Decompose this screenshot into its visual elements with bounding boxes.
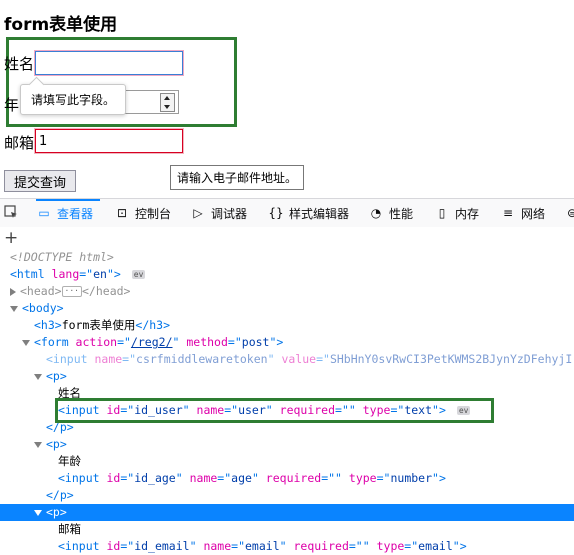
highlight-box-input-user (55, 398, 494, 423)
inspector-icon: ▭ (38, 206, 50, 220)
name-label: 姓名 (4, 55, 35, 73)
performance-icon: ◔ (370, 206, 382, 220)
tab-network[interactable]: ≡ 网络 (500, 199, 545, 227)
collapse-icon[interactable] (34, 441, 42, 448)
submit-button[interactable]: 提交查询 (4, 170, 76, 192)
page-preview: form表单使用 姓名 年 请填写此字段。 邮箱 请输入电子邮件地址。 提交查询 (0, 0, 574, 198)
node-input-email[interactable]: <input id="id_email" name="email" requir… (0, 538, 574, 555)
email-tooltip: 请输入电子邮件地址。 (170, 165, 305, 190)
add-node-icon[interactable]: + (4, 227, 18, 249)
memory-icon: ▯ (438, 206, 446, 220)
collapse-icon[interactable] (34, 373, 42, 380)
number-stepper[interactable] (160, 93, 175, 112)
collapse-icon[interactable] (34, 509, 42, 516)
collapse-icon[interactable] (22, 339, 30, 346)
node-head[interactable]: <head> ··· </head> (0, 283, 574, 300)
node-p-selected[interactable]: <p> (0, 504, 574, 521)
node-text[interactable]: 年龄 (0, 453, 574, 470)
stepper-up-icon[interactable] (164, 96, 170, 100)
node-html[interactable]: <html lang="en"> ev (0, 266, 574, 283)
tab-debugger[interactable]: ▷ 调试器 (190, 199, 247, 227)
node-h3[interactable]: <h3>form表单使用</h3> (0, 317, 574, 334)
markup-tree: <!DOCTYPE html> <html lang="en"> ev <hea… (0, 249, 574, 555)
node-doctype[interactable]: <!DOCTYPE html> (0, 249, 574, 266)
tab-storage[interactable]: ⊜ (564, 199, 574, 227)
required-tooltip: 请填写此字段。 (20, 84, 127, 115)
stepper-down-icon[interactable] (164, 105, 170, 109)
markup-subbar: + (0, 227, 574, 250)
ellipsis-icon[interactable]: ··· (61, 286, 82, 297)
event-badge[interactable]: ev (131, 270, 146, 279)
tab-style-editor[interactable]: {} 样式编辑器 (268, 199, 349, 227)
node-form[interactable]: <form action="/reg2/" method="post"> (0, 334, 574, 351)
devtools-toolbar: ▭ 查看器 ⊡ 控制台 ▷ 调试器 {} 样式编辑器 ◔ 性能 ▯ 内存 ≡ 网络 ⊜ (0, 198, 574, 228)
node-p-close[interactable]: </p> (0, 487, 574, 504)
style-editor-icon: {} (268, 206, 284, 220)
debugger-icon: ▷ (193, 206, 203, 220)
tab-inspector[interactable]: ▭ 查看器 (36, 199, 100, 227)
age-label: 年 (4, 96, 20, 114)
email-input[interactable] (35, 129, 183, 153)
node-input-csrf[interactable]: <input name="csrfmiddlewaretoken" value=… (0, 351, 574, 368)
node-p[interactable]: <p> (0, 436, 574, 453)
name-input[interactable] (35, 51, 183, 75)
node-text[interactable]: 邮箱 (0, 521, 574, 538)
tab-memory[interactable]: ▯ 内存 (434, 199, 479, 227)
node-body[interactable]: <body> (0, 300, 574, 317)
tab-performance[interactable]: ◔ 性能 (368, 199, 413, 227)
email-label: 邮箱 (4, 134, 35, 152)
node-input-age[interactable]: <input id="id_age" name="age" required="… (0, 470, 574, 487)
expand-icon[interactable] (10, 287, 16, 296)
network-icon: ≡ (502, 206, 514, 220)
node-p[interactable]: <p> (0, 368, 574, 385)
storage-icon: ⊜ (566, 206, 574, 220)
element-picker-icon[interactable] (4, 205, 18, 219)
tab-console[interactable]: ⊡ 控制台 (114, 199, 171, 227)
page-heading: form表单使用 (4, 15, 118, 35)
collapse-icon[interactable] (10, 305, 18, 312)
console-icon: ⊡ (116, 206, 128, 220)
